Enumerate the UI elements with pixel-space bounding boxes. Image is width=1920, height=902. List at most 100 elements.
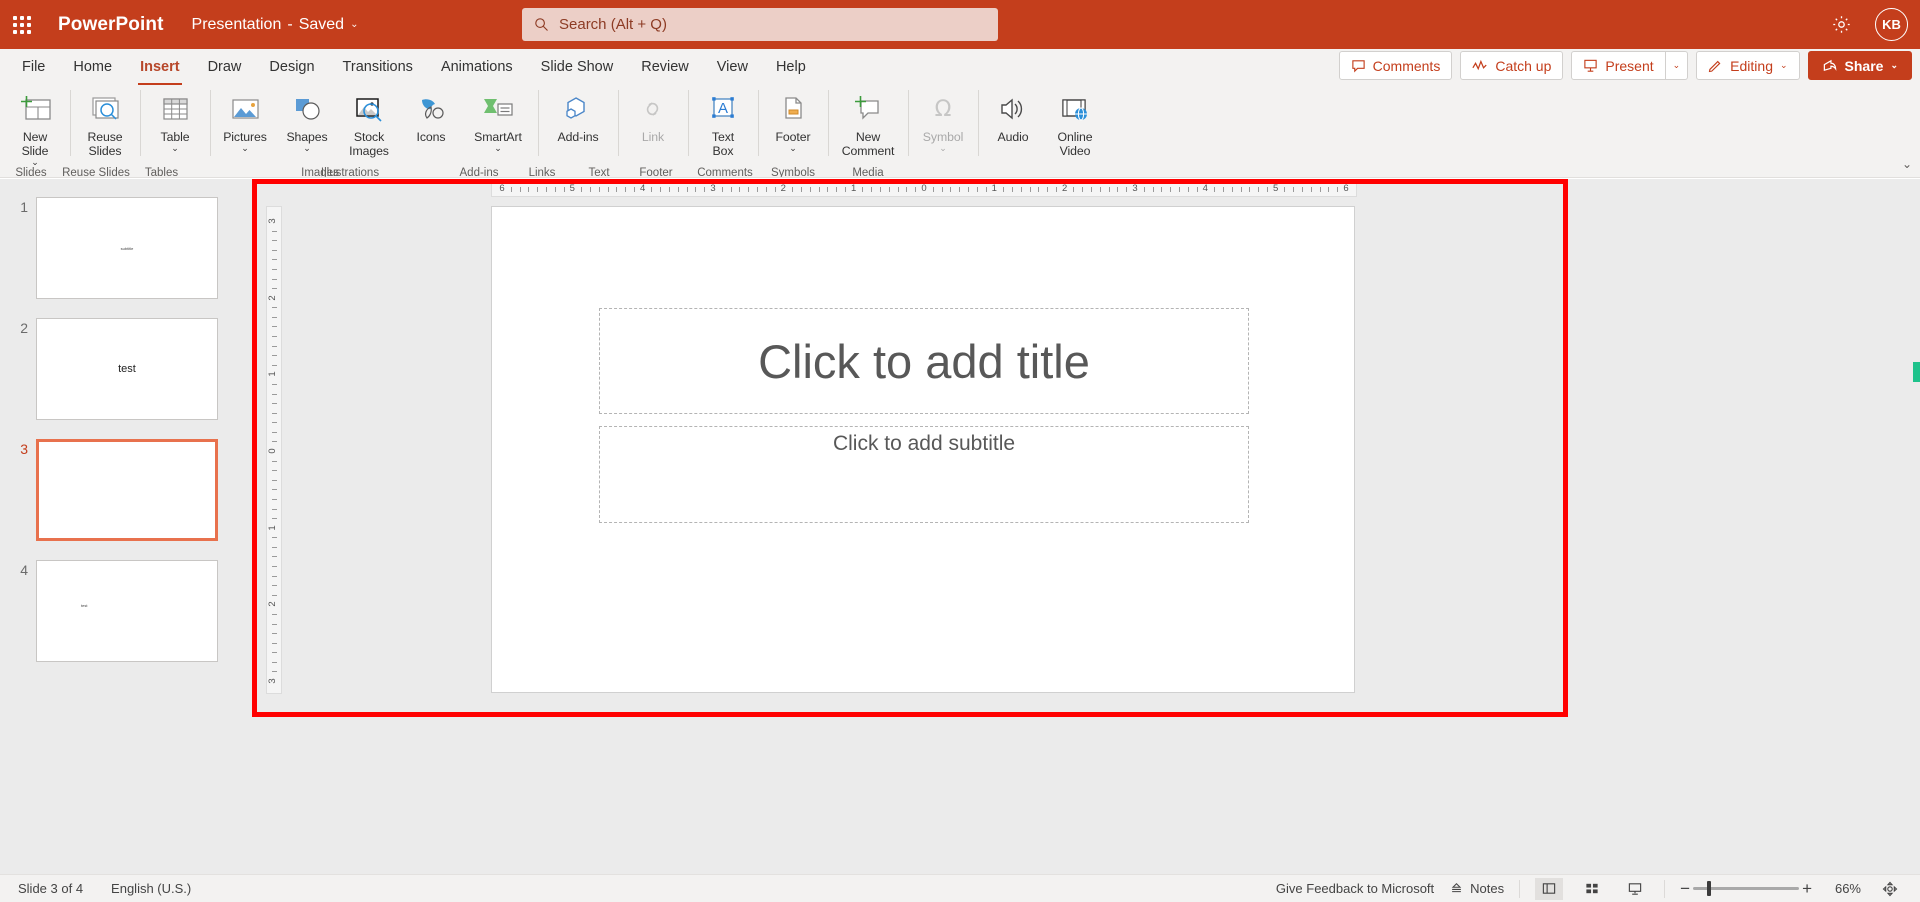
audio-button[interactable]: Audio	[982, 85, 1044, 170]
main-area: 1 subtitle 2 test 3 4 test 654321012 3 4…	[0, 179, 1920, 874]
ruler-tick	[633, 187, 635, 192]
new-comment-button[interactable]: New Comment	[832, 85, 904, 170]
tab-help[interactable]: Help	[762, 49, 820, 85]
group-label-add-ins: Add-ins	[459, 167, 499, 178]
slide-thumbnail-2[interactable]: test	[36, 318, 218, 420]
thumbnail-row-3[interactable]: 3	[0, 439, 252, 541]
present-dropdown-button[interactable]: ⌄	[1665, 51, 1689, 80]
group-label-slides: Slides	[15, 167, 47, 178]
ruler-tick	[818, 187, 820, 192]
stock-images-button[interactable]: Stock Images	[338, 85, 400, 170]
tab-review[interactable]: Review	[627, 49, 703, 85]
ruler-label: 3	[710, 183, 716, 194]
text-box-button[interactable]: A Text Box	[692, 85, 754, 170]
ruler-tick	[1152, 187, 1154, 192]
zoom-control[interactable]: − +	[1680, 880, 1812, 897]
new-slide-button[interactable]: New Slide ⌄	[4, 85, 66, 170]
ruler-tick	[1187, 187, 1189, 192]
collapse-ribbon-button[interactable]: ⌄	[1902, 157, 1912, 171]
tab-slide-show[interactable]: Slide Show	[527, 49, 628, 85]
comments-button[interactable]: Comments	[1338, 51, 1453, 80]
new-comment-label: New Comment	[841, 130, 895, 158]
ruler-tick	[1328, 187, 1330, 192]
search-input[interactable]: Search (Alt + Q)	[522, 8, 998, 41]
shapes-button[interactable]: Shapes ⌄	[276, 85, 338, 170]
horizontal-ruler[interactable]: 6 5 4 3 2 1 0 1 2 3 4 5 6	[491, 181, 1357, 197]
add-ins-button[interactable]: Add-ins	[542, 85, 614, 170]
normal-view-button[interactable]	[1535, 877, 1564, 900]
feedback-link[interactable]: Give Feedback to Microsoft	[1276, 881, 1434, 896]
symbol-button[interactable]: Ω Symbol ⌄	[912, 85, 974, 170]
slide-canvas[interactable]: Click to add title Click to add subtitle	[491, 206, 1355, 693]
catch-up-button[interactable]: Catch up	[1460, 51, 1564, 80]
chevron-down-icon: ⌄	[1890, 60, 1898, 70]
online-video-button[interactable]: Online Video	[1044, 85, 1106, 170]
link-button[interactable]: Link	[622, 85, 684, 170]
ruler-tick	[1073, 187, 1075, 192]
app-name: PowerPoint	[58, 13, 164, 35]
ruler-tick	[272, 652, 277, 654]
tab-view[interactable]: View	[703, 49, 762, 85]
slide-sorter-button[interactable]	[1578, 878, 1606, 900]
tab-draw[interactable]: Draw	[194, 49, 256, 85]
vertical-scrollbar-thumb[interactable]	[1913, 362, 1920, 382]
comment-icon	[1351, 60, 1365, 73]
tab-transitions[interactable]: Transitions	[329, 49, 427, 85]
zoom-slider-thumb[interactable]	[1707, 881, 1712, 896]
ruler-tick	[862, 187, 864, 192]
settings-button[interactable]	[1825, 9, 1857, 41]
ruler-tick	[581, 187, 583, 192]
share-button[interactable]: Share ⌄	[1807, 51, 1912, 80]
slide-thumbnail-1[interactable]: subtitle	[36, 197, 218, 299]
thumbnail-row-2[interactable]: 2 test	[0, 318, 252, 420]
title-placeholder[interactable]: Click to add title	[599, 308, 1249, 414]
notes-button[interactable]: Notes	[1449, 881, 1504, 896]
ruler-tick	[272, 259, 277, 261]
tab-design[interactable]: Design	[255, 49, 328, 85]
thumbnail-row-4[interactable]: 4 test	[0, 560, 252, 662]
table-button[interactable]: Table ⌄	[144, 85, 206, 170]
ruler-tick	[272, 345, 277, 347]
ruler-tick	[730, 187, 732, 192]
slide-thumbnail-3[interactable]	[36, 439, 218, 541]
reading-view-icon	[1628, 883, 1642, 895]
group-label-illustrations: Illustrations	[320, 167, 380, 178]
tab-animations[interactable]: Animations	[427, 49, 527, 85]
tab-file[interactable]: File	[8, 49, 59, 85]
fit-to-window-button[interactable]	[1876, 878, 1904, 900]
ruler-tick	[272, 642, 277, 644]
ruler-tick	[272, 489, 277, 491]
thumbnail-number: 2	[20, 320, 28, 336]
zoom-percentage[interactable]: 66%	[1827, 881, 1861, 896]
language-indicator[interactable]: English (U.S.)	[111, 881, 191, 896]
smartart-button[interactable]: SmartArt ⌄	[462, 85, 534, 170]
pictures-button[interactable]: Pictures ⌄	[214, 85, 276, 170]
slide-indicator[interactable]: Slide 3 of 4	[18, 881, 83, 896]
pencil-icon	[1708, 60, 1721, 73]
slide-thumbnail-4[interactable]: test	[36, 560, 218, 662]
footer-button[interactable]: Footer ⌄	[762, 85, 824, 170]
present-button[interactable]: Present	[1571, 51, 1666, 80]
editing-mode-button[interactable]: Editing ⌄	[1696, 51, 1800, 80]
document-title-button[interactable]: Presentation - Saved ⌄	[192, 16, 359, 34]
subtitle-placeholder[interactable]: Click to add subtitle	[599, 426, 1249, 523]
ribbon-group-text: A Text Box	[688, 85, 758, 170]
tab-insert[interactable]: Insert	[126, 49, 194, 85]
user-avatar[interactable]: KB	[1875, 8, 1908, 41]
ruler-tick	[272, 403, 277, 405]
ribbon-tab-bar: File Home Insert Draw Design Transitions…	[0, 49, 1920, 85]
zoom-out-button[interactable]: −	[1680, 880, 1690, 897]
reuse-slides-button[interactable]: Reuse Slides	[74, 85, 136, 170]
zoom-in-button[interactable]: +	[1802, 880, 1812, 897]
tab-home[interactable]: Home	[59, 49, 126, 85]
zoom-slider-track[interactable]	[1693, 881, 1800, 896]
stock-images-label: Stock Images	[349, 130, 389, 158]
ruler-label: 0	[921, 183, 927, 194]
app-launcher-button[interactable]	[0, 0, 44, 49]
ruler-tick	[1091, 187, 1093, 192]
thumbnail-row-1[interactable]: 1 subtitle	[0, 197, 252, 299]
vertical-ruler[interactable]: 3 2 1 0 1 2 3	[266, 206, 282, 694]
reading-view-button[interactable]	[1621, 878, 1649, 900]
icons-button[interactable]: Icons	[400, 85, 462, 170]
slide-sorter-icon	[1586, 883, 1598, 894]
